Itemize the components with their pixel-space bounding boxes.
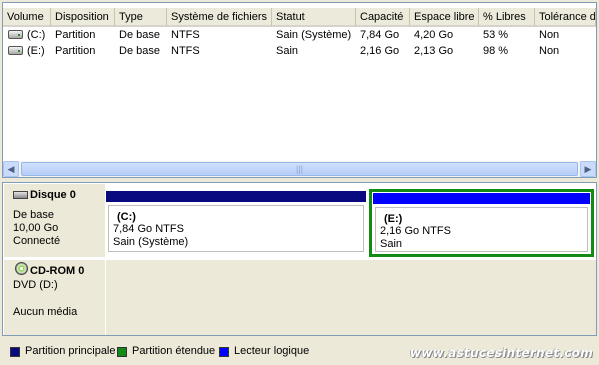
cell-capacity: 7,84 Go (360, 29, 400, 41)
scroll-thumb[interactable]: ||| (21, 162, 578, 176)
disk-title: CD-ROM 0 (30, 265, 85, 277)
disk-state: Connecté (13, 235, 61, 247)
cell-percent-free: 98 % (483, 45, 509, 57)
legend-swatch (219, 347, 229, 357)
column-header-volume[interactable]: Volume (3, 8, 51, 27)
partition-e[interactable]: (E:) 2,16 Go NTFS Sain (373, 193, 592, 253)
column-header-fault-tolerance[interactable]: Tolérance de (535, 8, 596, 27)
primary-partition-bar (106, 191, 366, 202)
partition-name: (E:) (384, 213, 403, 225)
cell-fault-tolerance: Non (539, 45, 560, 57)
volume-list[interactable]: Volume Disposition Type Système de fichi… (2, 2, 597, 178)
column-header-disposition[interactable]: Disposition (51, 8, 115, 27)
logical-drive-bar (373, 193, 590, 204)
column-header-percent-free[interactable]: % Libres (479, 8, 535, 27)
cell-free-space: 2,13 Go (414, 45, 454, 57)
disk-state: Aucun média (13, 306, 78, 318)
cell-status: Sain (Système) (276, 29, 352, 41)
cell-disposition: Partition (55, 29, 96, 41)
partition-status: Sain (380, 238, 403, 250)
column-header-filesystem[interactable]: Système de fichiers (167, 8, 272, 27)
partition-body: (C:) 7,84 Go NTFS Sain (Système) (108, 205, 364, 252)
column-header-row: Volume Disposition Type Système de fichi… (3, 3, 596, 27)
scroll-right-button[interactable]: ▶ (580, 161, 596, 177)
partition-size-fs: 2,16 Go NTFS (380, 225, 451, 237)
table-row[interactable]: (C:) Partition De base NTFS Sain (Systèm… (3, 27, 596, 43)
cell-filesystem: NTFS (171, 45, 200, 57)
scroll-left-button[interactable]: ◀ (3, 161, 19, 177)
column-header-type[interactable]: Type (115, 8, 167, 27)
cell-free-space: 4,20 Go (414, 29, 454, 41)
table-row[interactable]: (E:) Partition De base NTFS Sain 2,16 Go… (3, 43, 596, 59)
extended-partition-frame: (E:) 2,16 Go NTFS Sain (369, 189, 594, 257)
column-header-free-space[interactable]: Espace libre (410, 8, 479, 27)
partition-status: Sain (Système) (113, 236, 189, 248)
cell-filesystem: NTFS (171, 29, 200, 41)
disk-type: De base (13, 209, 54, 221)
cd-rom-empty-area[interactable] (106, 260, 596, 335)
legend-swatch (117, 347, 127, 357)
cell-type: De base (119, 29, 160, 41)
legend-swatch (10, 347, 20, 357)
disk-map-pane: Disque 0 De base 10,00 Go Connecté (C:) … (2, 182, 597, 336)
cell-disposition: Partition (55, 45, 96, 57)
disk-title: Disque 0 (30, 189, 76, 201)
disk-0-label[interactable]: Disque 0 De base 10,00 Go Connecté (4, 184, 105, 257)
cell-percent-free: 53 % (483, 29, 509, 41)
cell-status: Sain (276, 45, 299, 57)
disk-type: DVD (D:) (13, 279, 58, 291)
cell-type: De base (119, 45, 160, 57)
watermark-text: www.astucesinternet.com (409, 346, 593, 360)
legend-label: Lecteur logique (234, 345, 310, 357)
horizontal-scrollbar[interactable]: ◀ ||| ▶ (3, 161, 596, 177)
partition-name: (C:) (117, 211, 136, 223)
column-header-status[interactable]: Statut (272, 8, 356, 27)
drive-icon (8, 30, 23, 39)
cd-rom-icon (15, 262, 28, 275)
partition-size-fs: 7,84 Go NTFS (113, 223, 184, 235)
disk-size: 10,00 Go (13, 222, 59, 234)
hard-disk-icon (13, 191, 28, 199)
cd-rom-0-label[interactable]: CD-ROM 0 DVD (D:) Aucun média (4, 260, 105, 335)
column-header-capacity[interactable]: Capacité (356, 8, 410, 27)
legend-label: Partition principale (25, 345, 116, 357)
legend-label: Partition étendue (132, 345, 216, 357)
cell-volume: (E:) (27, 45, 45, 57)
partition-body: (E:) 2,16 Go NTFS Sain (375, 207, 588, 252)
cell-capacity: 2,16 Go (360, 45, 400, 57)
cell-volume: (C:) (27, 29, 46, 41)
cell-fault-tolerance: Non (539, 29, 560, 41)
partition-c[interactable]: (C:) 7,84 Go NTFS Sain (Système) (106, 191, 368, 255)
drive-icon (8, 46, 23, 55)
